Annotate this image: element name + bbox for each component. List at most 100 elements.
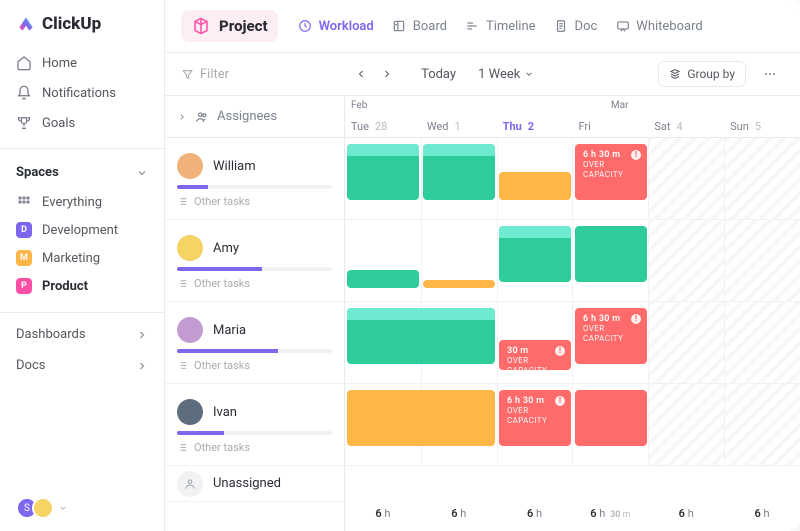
today-button[interactable]: Today bbox=[415, 63, 462, 86]
tab-timeline[interactable]: Timeline bbox=[465, 19, 536, 34]
tab-board[interactable]: Board bbox=[392, 19, 447, 34]
workload-block[interactable]: 6 h 30 mOVER CAPACITY! bbox=[575, 144, 647, 200]
doc-icon bbox=[554, 19, 569, 34]
other-tasks-toggle[interactable]: Other tasks bbox=[177, 441, 332, 454]
home-icon bbox=[16, 55, 32, 71]
space-marketing[interactable]: M Marketing bbox=[8, 244, 156, 272]
info-icon: ! bbox=[631, 314, 641, 324]
summary-cell: 6 h bbox=[345, 507, 421, 520]
grid-cell[interactable] bbox=[648, 384, 724, 465]
project-chip[interactable]: Project bbox=[181, 10, 278, 42]
filter-button[interactable]: Filter bbox=[181, 67, 229, 82]
more-button[interactable] bbox=[756, 62, 784, 86]
nav-notifications[interactable]: Notifications bbox=[8, 78, 156, 108]
summary-minutes: 30 m bbox=[610, 510, 630, 520]
nav-dashboards[interactable]: Dashboards bbox=[0, 319, 164, 350]
space-label: Marketing bbox=[42, 251, 100, 266]
workload-block[interactable] bbox=[347, 308, 495, 364]
grid-cell[interactable] bbox=[648, 138, 724, 219]
day-header[interactable]: Sun5 bbox=[724, 120, 800, 133]
day-header[interactable]: Tue 28 bbox=[345, 120, 421, 133]
workload-block[interactable]: 6 h 30 mOVER CAPACITY! bbox=[499, 390, 571, 446]
summary-hours: 6 h bbox=[375, 507, 390, 520]
filter-icon bbox=[181, 68, 194, 81]
workload-block[interactable] bbox=[575, 390, 647, 446]
grid-cell[interactable] bbox=[724, 302, 800, 383]
other-tasks-toggle[interactable]: Other tasks bbox=[177, 359, 332, 372]
assignee-row[interactable]: Amy Other tasks bbox=[165, 220, 344, 302]
list-icon bbox=[177, 360, 188, 371]
grid-cell[interactable] bbox=[421, 220, 497, 301]
summary-row: 6 h6 h6 h6 h 30 m6 h6 h bbox=[345, 495, 800, 531]
main: Project Workload Board Timeline Doc bbox=[165, 0, 800, 531]
space-development[interactable]: D Development bbox=[8, 216, 156, 244]
grid-cell[interactable] bbox=[724, 220, 800, 301]
workload-block[interactable] bbox=[499, 226, 571, 282]
workload-block[interactable] bbox=[575, 226, 647, 282]
other-tasks-toggle[interactable]: Other tasks bbox=[177, 277, 332, 290]
other-tasks-toggle[interactable]: Other tasks bbox=[177, 195, 332, 208]
day-name: Sat bbox=[654, 120, 670, 133]
grid-cell[interactable] bbox=[648, 220, 724, 301]
next-button[interactable] bbox=[375, 62, 399, 86]
sidebar-footer: S bbox=[0, 485, 164, 531]
day-header[interactable]: Sat4 bbox=[648, 120, 724, 133]
summary-cell: 6 h bbox=[724, 507, 800, 520]
assignee-name: Ivan bbox=[213, 405, 237, 420]
summary-hours: 6 h bbox=[451, 507, 466, 520]
assignee-row[interactable]: Ivan Other tasks bbox=[165, 384, 344, 466]
nav-goals[interactable]: Goals bbox=[8, 108, 156, 138]
day-header[interactable]: Wed1 bbox=[421, 120, 497, 133]
group-by-button[interactable]: Group by bbox=[658, 61, 746, 87]
tab-whiteboard[interactable]: Whiteboard bbox=[615, 19, 702, 34]
avatar bbox=[32, 497, 54, 519]
brand-logo[interactable]: ClickUp bbox=[0, 0, 164, 44]
assignee-row[interactable]: William Other tasks bbox=[165, 138, 344, 220]
nav-docs[interactable]: Docs bbox=[0, 350, 164, 381]
workload-block[interactable] bbox=[347, 270, 419, 288]
spaces-header[interactable]: Spaces bbox=[0, 155, 164, 186]
tab-workload[interactable]: Workload bbox=[298, 19, 374, 34]
workload-block[interactable]: 30 mOVER CAPACITY! bbox=[499, 340, 571, 370]
workload-block[interactable] bbox=[347, 144, 419, 200]
day-number: 28 bbox=[375, 120, 387, 133]
space-chip: M bbox=[16, 250, 32, 266]
range-select[interactable]: 1 Week bbox=[472, 63, 540, 86]
workload-block[interactable] bbox=[347, 390, 495, 446]
workload-block[interactable] bbox=[499, 172, 571, 200]
ellipsis-icon bbox=[762, 66, 778, 82]
grid-row: 30 mOVER CAPACITY!6 h 30 mOVER CAPACITY! bbox=[345, 302, 800, 384]
space-everything[interactable]: Everything bbox=[8, 188, 156, 216]
assignees-header[interactable]: Assignees bbox=[165, 96, 344, 138]
whiteboard-icon bbox=[615, 19, 630, 34]
prev-button[interactable] bbox=[349, 62, 373, 86]
clickup-icon bbox=[16, 14, 36, 34]
day-name: Tue bbox=[351, 120, 369, 133]
day-header[interactable]: Fri bbox=[572, 120, 648, 133]
grid-cell[interactable] bbox=[724, 138, 800, 219]
month-label: Feb bbox=[345, 100, 605, 111]
nav-home[interactable]: Home bbox=[8, 48, 156, 78]
space-product[interactable]: P Product bbox=[8, 272, 156, 300]
day-header[interactable]: Thu2 bbox=[497, 120, 573, 133]
summary-cell: 6 h 30 m bbox=[572, 507, 648, 520]
grid-cell[interactable] bbox=[345, 220, 421, 301]
grid-cell[interactable] bbox=[724, 384, 800, 465]
workload-block[interactable] bbox=[423, 280, 495, 288]
calendar-header: FebMar Tue28Wed1Thu2FriSat4Sun5 bbox=[345, 96, 800, 138]
trophy-icon bbox=[16, 115, 32, 131]
nav-label: Goals bbox=[42, 116, 75, 131]
summary-hours: 6 h bbox=[527, 507, 542, 520]
chevron-down-icon bbox=[136, 167, 148, 179]
board-icon bbox=[392, 19, 407, 34]
workload-block[interactable] bbox=[423, 144, 495, 200]
user-avatars[interactable]: S bbox=[16, 497, 54, 519]
workload-block[interactable]: 6 h 30 mOVER CAPACITY! bbox=[575, 308, 647, 364]
assignee-row[interactable]: Maria Other tasks bbox=[165, 302, 344, 384]
grid-cell[interactable] bbox=[648, 302, 724, 383]
avatar bbox=[177, 235, 203, 261]
assignee-unassigned[interactable]: Unassigned bbox=[165, 466, 344, 502]
tab-doc[interactable]: Doc bbox=[554, 19, 598, 34]
view-tabs: Workload Board Timeline Doc Whiteboard bbox=[298, 19, 703, 34]
toolbar: Filter Today 1 Week Group by bbox=[165, 53, 800, 96]
